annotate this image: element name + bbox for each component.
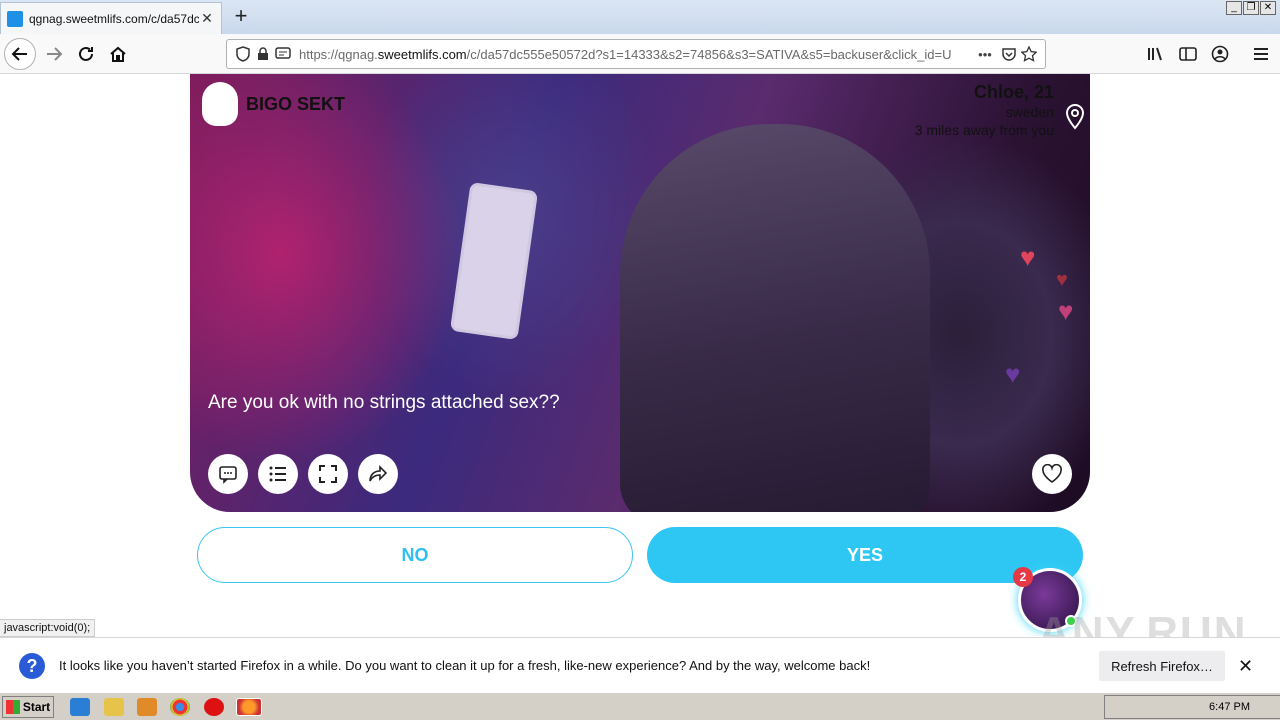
opera-icon[interactable]: [204, 698, 224, 716]
back-arrow-icon: [11, 47, 27, 61]
notification-badge: 2: [1013, 567, 1033, 587]
fullscreen-button[interactable]: [308, 454, 348, 494]
windows-logo-icon: [5, 700, 20, 714]
heart-icon: ♥: [1056, 269, 1068, 291]
notification-message: It looks like you haven’t started Firefo…: [59, 658, 871, 673]
profile-card: BIGO SEKT Chloe, 21 sweden 3 miles away …: [190, 74, 1090, 512]
lock-icon[interactable]: [253, 44, 273, 64]
chat-button[interactable]: [208, 454, 248, 494]
tab-title: qgnag.sweetmlifs.com/c/da57dc5: [29, 11, 199, 26]
system-tray: 6:47 PM: [1104, 695, 1280, 719]
tracking-shield-icon[interactable]: [233, 44, 253, 64]
pocket-icon[interactable]: [999, 44, 1019, 64]
notification-close-icon[interactable]: ✕: [1238, 656, 1253, 677]
tab-close-icon[interactable]: ✕: [199, 10, 215, 27]
media-player-icon[interactable]: [137, 698, 157, 716]
notification-bar: ? It looks like you haven’t started Fire…: [0, 637, 1280, 692]
new-tab-button[interactable]: +: [228, 4, 254, 30]
navigation-toolbar: https://qgnag.sweetmlifs.com/c/da57dc555…: [0, 34, 1280, 74]
refresh-firefox-button[interactable]: Refresh Firefox…: [1099, 651, 1225, 681]
like-button[interactable]: [1032, 454, 1072, 494]
brand-logo-icon: [202, 82, 238, 126]
profile-location: sweden: [1005, 104, 1054, 120]
page-content: BIGO SEKT Chloe, 21 sweden 3 miles away …: [0, 74, 1280, 636]
sidebar-icon[interactable]: [1178, 44, 1198, 64]
chrome-icon[interactable]: [170, 698, 190, 716]
back-button[interactable]: [4, 38, 36, 70]
address-bar[interactable]: https://qgnag.sweetmlifs.com/c/da57dc555…: [226, 39, 1046, 69]
status-bar-link: javascript:void(0);: [0, 619, 96, 637]
heart-outline-icon: [1042, 464, 1062, 483]
url-domain: sweetmlifs.com: [377, 46, 467, 62]
brand-name: BIGO SEKT: [246, 93, 346, 114]
ie-icon[interactable]: [70, 698, 90, 716]
permissions-icon[interactable]: [273, 44, 293, 64]
clock: 6:47 PM: [1209, 701, 1250, 713]
bookmark-star-icon[interactable]: [1019, 44, 1039, 64]
browser-tab[interactable]: qgnag.sweetmlifs.com/c/da57dc5 ✕: [0, 2, 222, 34]
firefox-taskbar-icon[interactable]: [236, 698, 262, 716]
site-favicon-icon: [7, 10, 23, 27]
minimize-button[interactable]: _: [1226, 1, 1242, 15]
question-icon: ?: [19, 653, 45, 679]
reload-button[interactable]: [70, 38, 102, 70]
profile-distance: 3 miles away from you: [914, 122, 1054, 138]
location-pin-icon: [1066, 104, 1084, 130]
start-button[interactable]: Start: [2, 696, 54, 718]
window-titlebar: qgnag.sweetmlifs.com/c/da57dc5 ✕ + _ ❐ ✕: [0, 0, 1280, 34]
windows-taskbar: Start 6:47 PM: [0, 692, 1280, 720]
reload-icon: [79, 46, 93, 61]
question-text: Are you ok with no strings attached sex?…: [208, 392, 560, 413]
profile-info: Chloe, 21 sweden 3 miles away from you: [915, 82, 1054, 139]
url-text[interactable]: https://qgnag.sweetmlifs.com/c/da57dc555…: [299, 47, 971, 62]
share-icon: [369, 465, 388, 482]
url-path: /c/da57dc555e50572d?s1=14333&s2=74856&s3…: [466, 46, 952, 62]
close-window-button[interactable]: ✕: [1260, 1, 1276, 15]
brand: BIGO SEKT: [202, 82, 345, 126]
library-icon[interactable]: [1146, 44, 1166, 64]
explorer-folder-icon[interactable]: [104, 698, 124, 716]
profile-name: Chloe, 21: [973, 82, 1054, 102]
share-button[interactable]: [358, 454, 398, 494]
maximize-button[interactable]: ❐: [1243, 1, 1259, 15]
heart-icon: ♥: [1058, 296, 1074, 326]
list-icon: [269, 466, 286, 482]
phone-in-photo: [449, 181, 539, 341]
chat-icon: [219, 466, 237, 484]
profile-photo-figure: [620, 124, 930, 512]
hamburger-menu-icon[interactable]: [1251, 44, 1271, 64]
start-label: Start: [22, 700, 51, 714]
home-button[interactable]: [102, 38, 134, 70]
heart-icon: ♥: [1020, 242, 1036, 272]
fullscreen-icon: [319, 465, 337, 483]
home-icon: [110, 46, 126, 62]
account-icon[interactable]: [1210, 44, 1230, 64]
heart-icon: ♥: [1005, 359, 1021, 389]
url-prefix: https://qgnag.: [299, 46, 378, 62]
forward-button[interactable]: [38, 38, 70, 70]
forward-arrow-icon: [47, 47, 63, 61]
window-controls: _ ❐ ✕: [1226, 1, 1276, 15]
page-actions-icon[interactable]: •••: [971, 44, 999, 64]
list-button[interactable]: [258, 454, 298, 494]
no-button[interactable]: NO: [197, 527, 633, 583]
